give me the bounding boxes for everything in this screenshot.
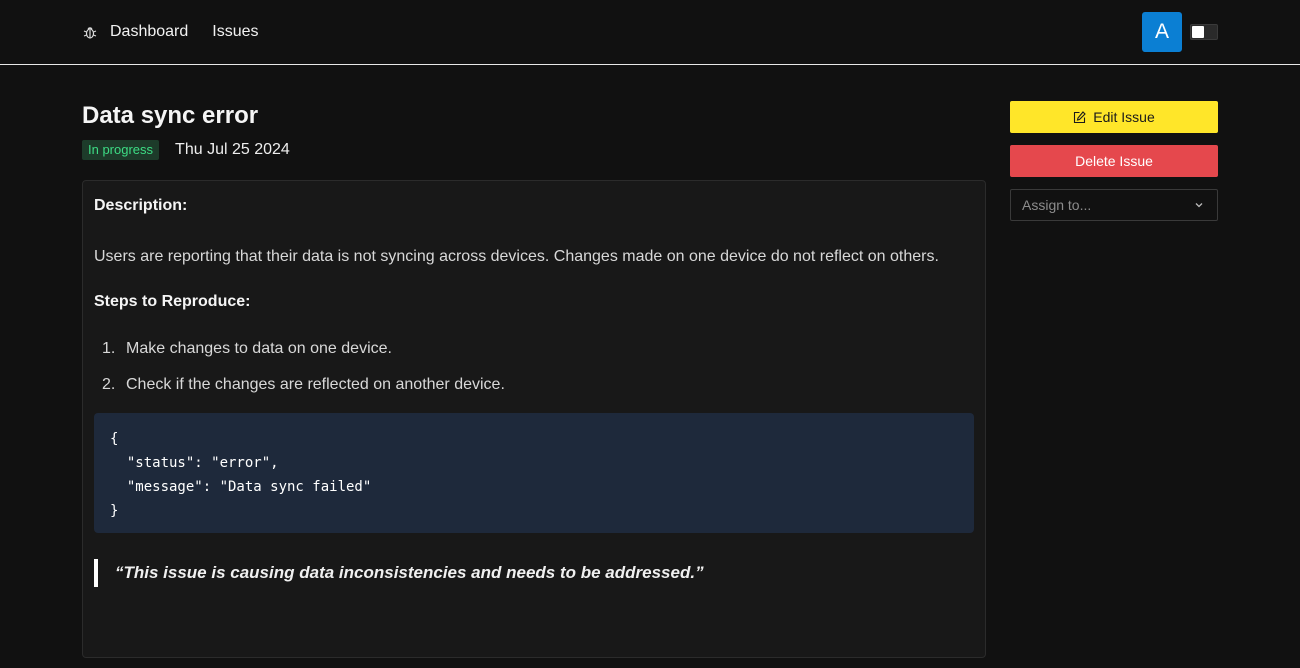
nav-link-issues[interactable]: Issues xyxy=(212,23,258,41)
top-navbar: Dashboard Issues A xyxy=(0,0,1300,65)
description-heading: Description: xyxy=(94,197,188,214)
edit-icon xyxy=(1073,110,1087,124)
code-line: { xyxy=(110,431,119,447)
steps-heading: Steps to Reproduce: xyxy=(94,293,251,310)
step-text: Check if the changes are reflected on an… xyxy=(126,376,505,393)
list-item: 2. Check if the changes are reflected on… xyxy=(94,375,974,395)
step-number: 2. xyxy=(102,376,116,393)
step-number: 1. xyxy=(102,340,116,357)
nav-left: Dashboard Issues xyxy=(82,0,283,64)
blockquote: “This issue is causing data inconsistenc… xyxy=(94,559,974,587)
issue-title: Data sync error xyxy=(82,102,259,129)
issue-actions: Edit Issue Delete Issue Assign to... xyxy=(1010,101,1218,221)
issue-detail: Data sync error In progress Thu Jul 25 2… xyxy=(82,100,986,658)
list-item: 1. Make changes to data on one device. xyxy=(94,339,974,359)
code-line: "status": "error", xyxy=(110,455,279,471)
chevron-down-icon xyxy=(1193,199,1205,211)
assign-select[interactable]: Assign to... xyxy=(1010,189,1218,221)
issue-meta: In progress Thu Jul 25 2024 xyxy=(82,139,986,161)
steps-list: 1. Make changes to data on one device. 2… xyxy=(94,339,974,395)
description-card: Description: Users are reporting that th… xyxy=(82,180,986,658)
toggle-knob xyxy=(1192,26,1204,38)
issue-date: Thu Jul 25 2024 xyxy=(175,141,290,158)
step-text: Make changes to data on one device. xyxy=(126,340,392,357)
status-badge: In progress xyxy=(82,140,160,160)
theme-toggle[interactable] xyxy=(1190,24,1218,40)
nav-link-dashboard[interactable]: Dashboard xyxy=(110,23,188,41)
bug-icon[interactable] xyxy=(82,24,98,40)
description-text: Users are reporting that their data is n… xyxy=(94,248,939,265)
edit-issue-button[interactable]: Edit Issue xyxy=(1010,101,1218,133)
code-block: { "status": "error", "message": "Data sy… xyxy=(94,413,974,533)
avatar[interactable]: A xyxy=(1142,12,1182,52)
edit-issue-label: Edit Issue xyxy=(1093,109,1155,125)
code-line: } xyxy=(110,503,119,519)
code-line: "message": "Data sync failed" xyxy=(110,479,372,495)
delete-issue-button[interactable]: Delete Issue xyxy=(1010,145,1218,177)
nav-right: A xyxy=(1142,12,1218,52)
assign-placeholder: Assign to... xyxy=(1022,197,1092,213)
